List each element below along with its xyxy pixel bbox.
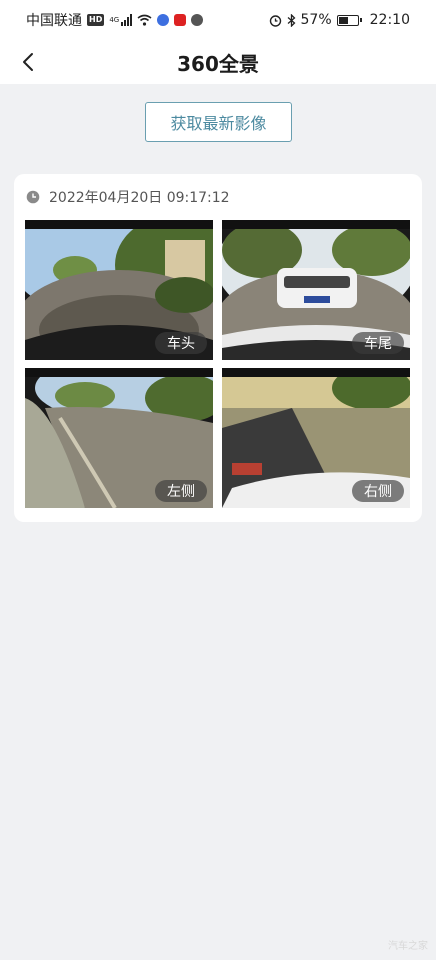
chevron-left-icon xyxy=(23,53,33,71)
alarm-icon xyxy=(269,14,281,27)
app-notification-icon xyxy=(157,14,170,26)
battery-percent: 57% xyxy=(300,12,332,28)
status-bar: 中国联通 HD 4G 57% 22:10 xyxy=(0,0,436,40)
status-bar-right: 57% 22:10 xyxy=(269,12,410,28)
tile-label-left: 左侧 xyxy=(155,480,207,502)
app-notification-icon-red xyxy=(174,14,187,26)
app-header: 360全景 xyxy=(0,40,436,84)
camera-overlay-bar xyxy=(25,220,213,229)
camera-overlay-bar xyxy=(25,368,213,377)
fetch-latest-image-button[interactable]: 获取最新影像 xyxy=(145,102,292,142)
page-title: 360全景 xyxy=(177,51,259,76)
carrier-name: 中国联通 xyxy=(26,13,82,29)
wifi-icon xyxy=(137,14,152,26)
hd-badge: HD xyxy=(87,14,105,26)
status-bar-left: 中国联通 HD 4G xyxy=(26,10,204,30)
clock-time: 22:10 xyxy=(369,12,410,28)
tile-label-right: 右侧 xyxy=(352,480,404,502)
front-camera-image[interactable]: 车头 xyxy=(25,220,213,360)
camera-grid: 车头 车尾 左侧 右侧 xyxy=(25,220,410,508)
app-notification-icon-globe xyxy=(191,14,204,26)
snapshot-timestamp-row: 2022年04月20日 09:17:12 xyxy=(26,187,230,207)
camera-overlay-bar xyxy=(222,220,410,229)
snapshot-timestamp: 2022年04月20日 09:17:12 xyxy=(49,190,230,206)
camera-overlay-bar xyxy=(222,368,410,377)
snapshot-card: 2022年04月20日 09:17:12 车头 车尾 左侧 右侧 xyxy=(14,174,422,522)
network-type: 4G xyxy=(109,16,120,24)
right-camera-image[interactable]: 右侧 xyxy=(222,368,410,508)
tile-label-front: 车头 xyxy=(155,332,207,354)
tile-label-rear: 车尾 xyxy=(352,332,404,354)
left-camera-image[interactable]: 左侧 xyxy=(25,368,213,508)
clock-icon xyxy=(26,190,40,204)
battery-icon xyxy=(336,14,362,26)
bluetooth-icon xyxy=(287,13,295,27)
signal-icon xyxy=(121,14,133,26)
battery-fill xyxy=(338,16,349,24)
back-button[interactable] xyxy=(14,48,42,76)
watermark: 汽车之家 xyxy=(388,941,428,952)
rear-camera-image[interactable]: 车尾 xyxy=(222,220,410,360)
